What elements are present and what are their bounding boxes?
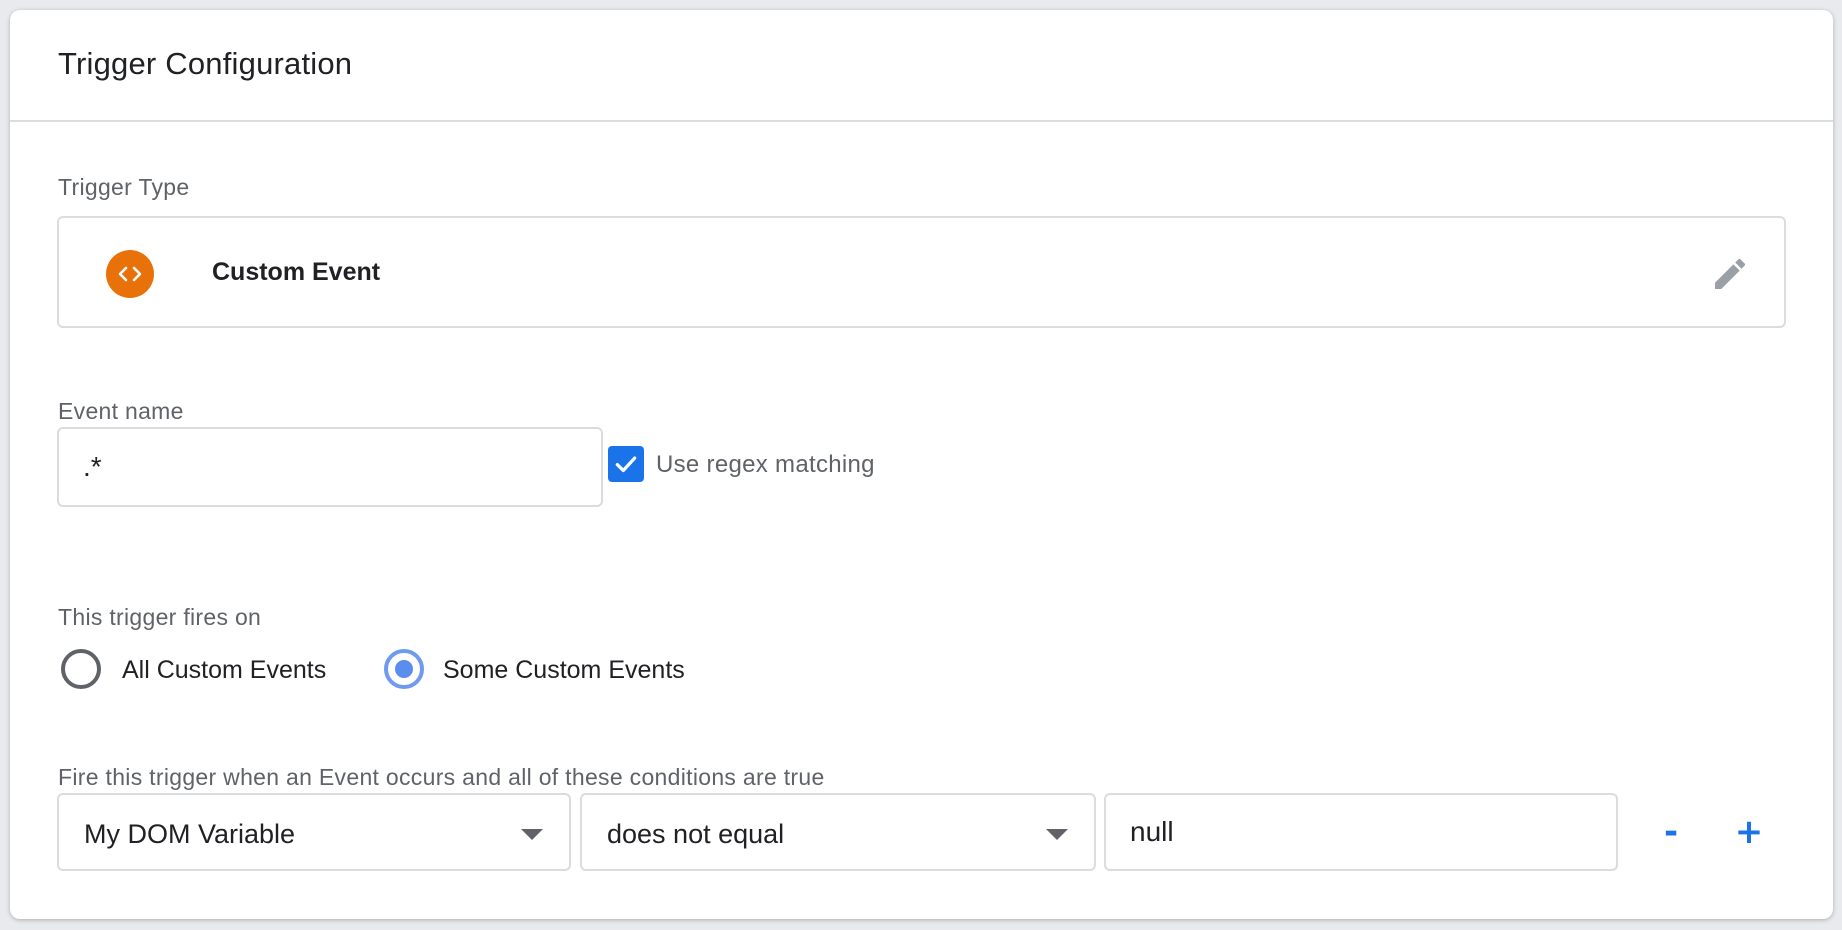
trigger-config-card: Trigger Configuration Trigger Type Custo… [10,10,1833,919]
caret-down-icon [1046,829,1068,840]
remove-condition-button[interactable]: - [1653,812,1689,852]
regex-checkbox[interactable] [608,446,644,482]
trigger-type-selector[interactable]: Custom Event [57,216,1786,328]
event-name-label: Event name [58,398,184,424]
check-icon [615,456,637,473]
add-condition-button[interactable]: + [1731,812,1767,852]
radio-all-custom-events[interactable] [61,649,101,689]
radio-some-custom-events[interactable] [384,649,424,689]
conditions-label: Fire this trigger when an Event occurs a… [58,764,825,790]
caret-down-icon [521,829,543,840]
edit-pencil-icon[interactable] [1710,254,1750,294]
condition-operator-select[interactable]: does not equal [580,793,1096,871]
card-header: Trigger Configuration [10,10,1833,122]
card-title: Trigger Configuration [58,46,353,81]
fires-on-label: This trigger fires on [58,604,262,630]
radio-selected-dot [395,660,413,678]
code-brackets-icon [106,250,154,298]
radio-all-custom-events-label[interactable]: All Custom Events [122,656,326,685]
trigger-type-label: Trigger Type [58,174,190,200]
radio-some-custom-events-label[interactable]: Some Custom Events [443,656,685,685]
event-name-input[interactable] [57,427,603,507]
condition-variable-select[interactable]: My DOM Variable [57,793,571,871]
condition-value-input[interactable] [1104,793,1618,871]
regex-checkbox-label[interactable]: Use regex matching [656,451,875,479]
trigger-type-name: Custom Event [212,258,381,286]
condition-operator-value: does not equal [607,819,785,849]
condition-variable-value: My DOM Variable [84,819,296,849]
